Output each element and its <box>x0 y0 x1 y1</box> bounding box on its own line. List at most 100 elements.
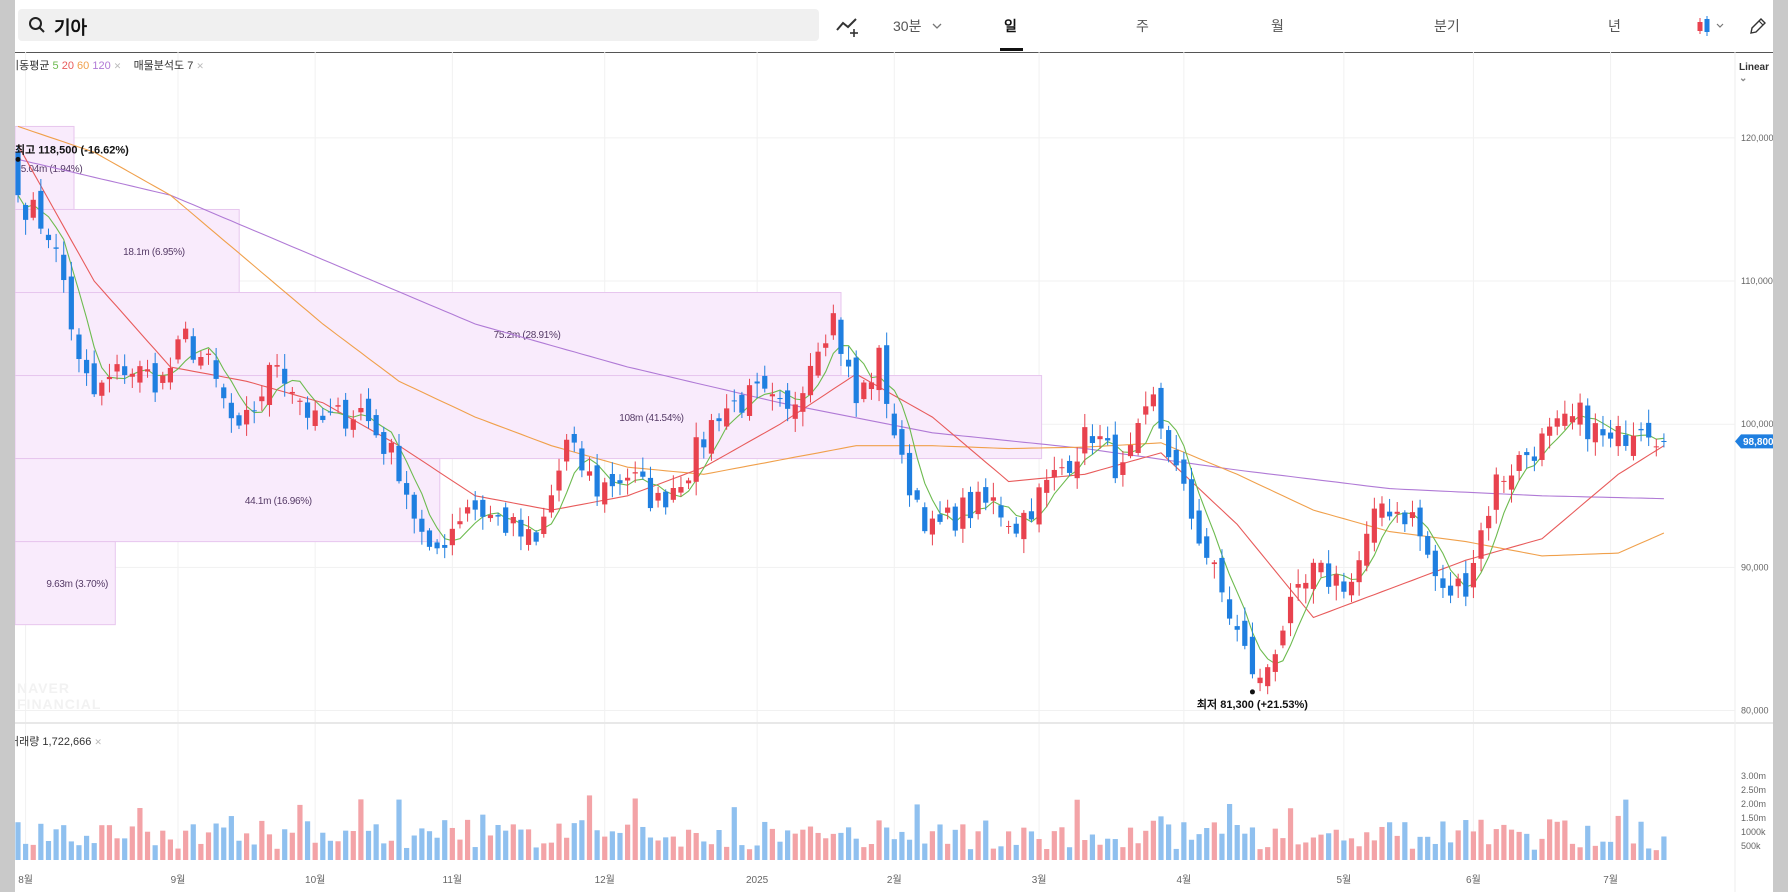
volume-bar <box>1387 822 1393 860</box>
volume-bar <box>1013 844 1019 860</box>
candle <box>1097 436 1103 440</box>
candle <box>1188 479 1195 519</box>
chevron-down-icon[interactable] <box>932 22 942 30</box>
volume-bar <box>1044 849 1050 860</box>
x-tick-label: 11월 <box>443 874 463 886</box>
volume-bar <box>922 843 928 860</box>
volume-bar <box>1615 815 1621 860</box>
candle <box>975 491 981 515</box>
volume-bar <box>1600 841 1606 860</box>
candle <box>937 514 943 522</box>
volume-bar <box>1006 831 1012 860</box>
volume-bar <box>1653 850 1659 860</box>
candle <box>678 487 684 493</box>
volume-bar <box>1051 831 1057 860</box>
volume-bar <box>1127 827 1134 860</box>
volume-bar <box>670 836 676 860</box>
candle <box>122 366 128 376</box>
candle <box>617 480 623 484</box>
candle-type-icon[interactable] <box>1696 14 1726 38</box>
candle <box>739 394 745 413</box>
tab-month[interactable]: 월 <box>1271 0 1284 52</box>
candle <box>594 465 600 497</box>
x-tick-label: 10월 <box>305 874 325 886</box>
tab-year[interactable]: 년 <box>1608 0 1621 52</box>
interval-select[interactable]: 30분 <box>893 0 921 52</box>
ma-legend[interactable]: 이동평균 5 20 60 120 ✕ 매물분석도 7 ✕ <box>15 57 204 73</box>
tab-active-indicator <box>1000 48 1023 51</box>
candle <box>1455 578 1461 587</box>
candle <box>1013 523 1019 534</box>
candle <box>228 402 234 419</box>
volume-bar <box>282 829 288 860</box>
candle <box>1371 508 1377 543</box>
candle <box>183 328 189 340</box>
candle <box>106 376 113 380</box>
candle <box>297 400 303 402</box>
volume-bar <box>205 832 212 860</box>
candle <box>1630 435 1637 456</box>
candle <box>1569 416 1576 423</box>
volume-profile-label: 18.1m (6.95%) <box>123 247 185 258</box>
volume-bar <box>525 829 532 860</box>
volume-bar <box>312 842 318 860</box>
candle <box>1394 511 1400 514</box>
candle <box>967 491 974 519</box>
close-icon[interactable]: ✕ <box>114 61 122 71</box>
candle <box>693 437 699 482</box>
candle <box>472 500 478 510</box>
volume-tick-label: 1.50m <box>1741 813 1766 823</box>
candle <box>404 483 410 495</box>
volume-bar <box>1166 824 1172 860</box>
x-tick-label: 12월 <box>595 874 615 886</box>
volume-tick-label: 2.50m <box>1741 785 1766 795</box>
candle <box>1089 436 1096 444</box>
candle <box>358 407 364 413</box>
close-icon[interactable]: ✕ <box>196 61 204 71</box>
candle <box>983 487 989 503</box>
volume-bar <box>167 839 173 860</box>
volume-bar <box>594 830 600 860</box>
volume-bar <box>1310 837 1316 860</box>
volume-bar <box>914 804 920 860</box>
volume-legend[interactable]: 거래량 1,722,666 ✕ <box>15 733 102 749</box>
volume-bar <box>1173 848 1179 860</box>
volume-bar <box>457 839 463 860</box>
tab-day[interactable]: 일 <box>1004 0 1017 52</box>
candle <box>114 364 120 372</box>
volume-bar <box>388 840 394 860</box>
search-input[interactable]: 기아 <box>18 9 819 41</box>
volume-bar <box>640 826 646 860</box>
candle <box>663 491 669 508</box>
candle <box>83 359 90 374</box>
volume-bar <box>785 830 791 860</box>
volume-bar <box>586 795 593 860</box>
candle <box>1226 599 1233 619</box>
candle <box>167 367 173 383</box>
volume-bar <box>685 829 692 860</box>
x-tick-label: 4월 <box>1176 874 1191 886</box>
volume-bar <box>625 824 631 860</box>
scale-mode-select[interactable]: Linear ⌄ <box>1739 62 1773 84</box>
indicator-add-icon[interactable] <box>835 14 861 38</box>
candle <box>754 381 760 384</box>
volume-bar <box>1478 819 1484 860</box>
volume-bar <box>144 831 151 860</box>
candle <box>426 530 433 547</box>
volume-tick-label: 3.00m <box>1741 771 1766 781</box>
tab-week[interactable]: 주 <box>1136 0 1149 52</box>
pencil-icon[interactable] <box>1748 16 1768 36</box>
volume-bar <box>1371 840 1377 860</box>
volume-bar <box>564 837 570 860</box>
candle <box>891 413 897 436</box>
tab-quarter[interactable]: 분기 <box>1434 0 1460 52</box>
candle <box>1615 425 1621 447</box>
candle <box>343 399 349 429</box>
candle <box>45 234 52 241</box>
volume-bar <box>1287 808 1294 860</box>
candle <box>1242 620 1248 646</box>
close-icon[interactable]: ✕ <box>94 737 102 747</box>
ma5-label: 5 <box>52 60 59 72</box>
candle <box>769 394 775 397</box>
price-chart[interactable]: 8월 9월 10월 11월 12월 2025 2월 3월 4월 5월 6월 7월 80,000 90,00… <box>15 52 1773 892</box>
